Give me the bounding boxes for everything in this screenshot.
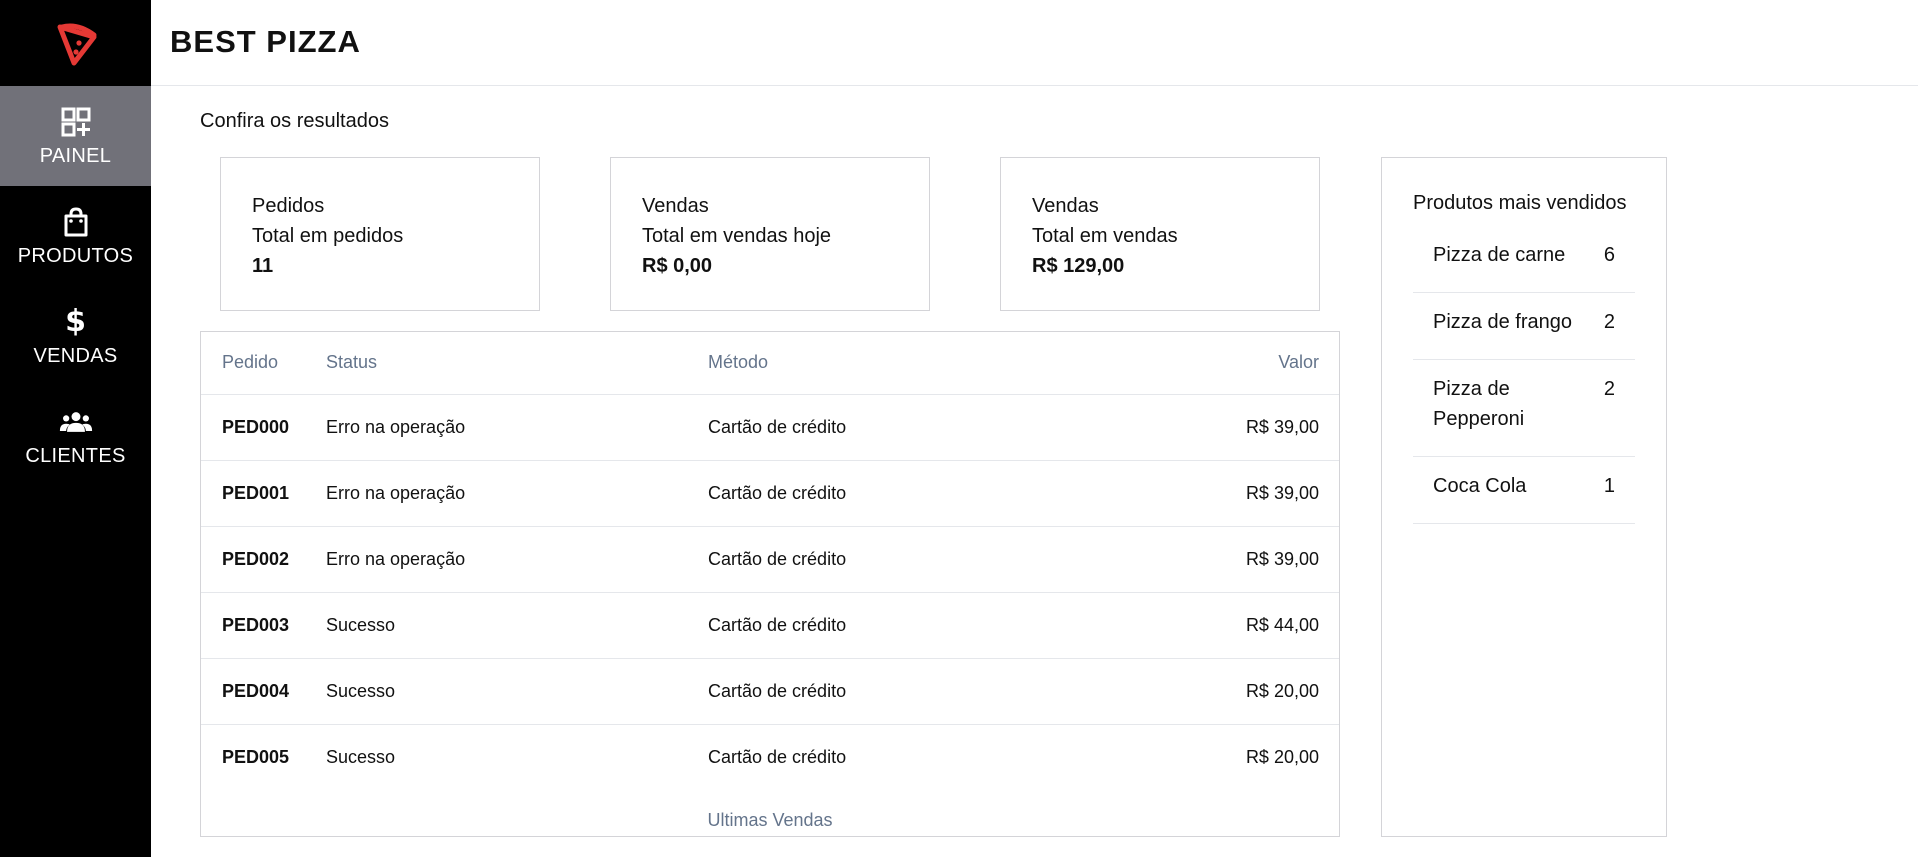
- product-name: Coca Cola: [1433, 475, 1527, 497]
- order-status: Sucesso: [326, 746, 396, 767]
- top-products-panel: Produtos mais vendidos Pizza de carne 6 …: [1381, 157, 1667, 837]
- column-header-pedido: Pedido: [201, 332, 326, 395]
- order-method: Cartão de crédito: [708, 394, 1088, 461]
- table-row[interactable]: PED003 Sucesso Cartão de crédito R$ 44,0…: [201, 592, 1339, 659]
- order-value: R$ 39,00: [1088, 460, 1339, 527]
- nav-label-clientes: CLIENTES: [25, 444, 126, 467]
- shopping-bag-icon: [59, 205, 93, 239]
- sidebar: PAINEL PRODUTOS $ VENDAS CLIENTES: [0, 0, 151, 857]
- table-row[interactable]: PED004 Sucesso Cartão de crédito R$ 20,0…: [201, 658, 1339, 725]
- table-row[interactable]: PED005 Sucesso Cartão de crédito R$ 20,0…: [201, 724, 1339, 790]
- top-products-title: Produtos mais vendidos: [1413, 192, 1627, 214]
- order-method: Cartão de crédito: [708, 526, 1088, 593]
- card-value: R$ 0,00: [642, 255, 713, 277]
- order-value: R$ 39,00: [1088, 394, 1339, 461]
- product-qty: 1: [1603, 475, 1615, 497]
- top-products-list: Pizza de carne 6 Pizza de frango 2 Pizza…: [1413, 226, 1635, 524]
- order-id: PED000: [201, 394, 326, 461]
- card-subtitle: Total em pedidos: [252, 225, 404, 247]
- dashboard-icon: [59, 105, 93, 139]
- product-name: Pizza de frango: [1433, 311, 1572, 333]
- order-id: PED001: [201, 460, 326, 527]
- nav-item-painel[interactable]: PAINEL: [0, 86, 151, 186]
- order-value: R$ 39,00: [1088, 526, 1339, 593]
- order-id: PED004: [201, 658, 326, 725]
- header: BEST PIZZA: [151, 0, 1918, 86]
- list-item: Pizza de carne 6: [1413, 226, 1635, 293]
- card-title: Pedidos: [252, 195, 325, 217]
- order-method: Cartão de crédito: [708, 592, 1088, 659]
- order-status: Sucesso: [326, 592, 708, 659]
- orders-table: Pedido Status Método Valor PED000 Erro n…: [200, 331, 1340, 837]
- product-name: Pizza de carne: [1433, 244, 1566, 266]
- table-row[interactable]: PED000 Erro na operação Cartão de crédit…: [201, 394, 1339, 461]
- card-subtitle: Total em vendas hoje: [642, 225, 832, 247]
- order-status: Erro na operação: [326, 526, 708, 593]
- product-qty: 6: [1603, 244, 1615, 266]
- stat-card-sales-today: Vendas Total em vendas hoje R$ 0,00: [610, 157, 930, 311]
- column-header-status: Status: [326, 332, 708, 395]
- column-header-valor: Valor: [1088, 332, 1339, 395]
- card-value: 11: [252, 255, 274, 277]
- order-value: R$ 20,00: [1088, 658, 1339, 725]
- stat-card-orders: Pedidos Total em pedidos 11: [220, 157, 540, 311]
- list-item: Coca Cola 1: [1413, 457, 1635, 524]
- nav-item-produtos[interactable]: PRODUTOS: [0, 186, 151, 286]
- nav-item-vendas[interactable]: $ VENDAS: [0, 286, 151, 386]
- card-value: R$ 129,00: [1032, 255, 1125, 277]
- card-subtitle: Total em vendas: [1032, 225, 1178, 247]
- table-row[interactable]: PED001 Erro na operação Cartão de crédit…: [201, 460, 1339, 527]
- product-qty: 2: [1603, 378, 1615, 400]
- table-caption: Ultimas Vendas: [707, 810, 833, 830]
- nav-item-clientes[interactable]: CLIENTES: [0, 386, 151, 486]
- card-title: Vendas: [1032, 195, 1099, 217]
- column-header-metodo: Método: [708, 332, 1088, 395]
- table-row[interactable]: PED002 Erro na operação Cartão de crédit…: [201, 526, 1339, 593]
- app-title: BEST PIZZA: [170, 24, 361, 59]
- order-value: R$ 20,00: [1245, 746, 1319, 767]
- stat-card-sales-total: Vendas Total em vendas R$ 129,00: [1000, 157, 1320, 311]
- pizza-slice-icon: [57, 23, 96, 66]
- card-title: Vendas: [642, 195, 709, 217]
- order-id: PED003: [201, 592, 326, 659]
- nav-label-painel: PAINEL: [39, 144, 112, 167]
- order-method: Cartão de crédito: [708, 746, 847, 767]
- order-status: Erro na operação: [326, 394, 708, 461]
- order-method: Cartão de crédito: [708, 658, 1088, 725]
- dollar-icon: $: [65, 304, 86, 339]
- order-method: Cartão de crédito: [708, 460, 1088, 527]
- list-item: Pizza de frango 2: [1413, 293, 1635, 360]
- product-name: Pizza de Pepperoni: [1433, 378, 1525, 430]
- order-id: PED002: [201, 526, 326, 593]
- order-status: Erro na operação: [326, 460, 708, 527]
- table-header-row: Pedido Status Método Valor: [201, 332, 1339, 395]
- logo[interactable]: [0, 0, 151, 86]
- users-icon: [59, 405, 93, 439]
- nav-label-produtos: PRODUTOS: [17, 244, 134, 267]
- order-value: R$ 44,00: [1088, 592, 1339, 659]
- nav-label-vendas: VENDAS: [33, 344, 118, 367]
- order-status: Sucesso: [326, 658, 708, 725]
- list-item: Pizza de Pepperoni 2: [1413, 360, 1635, 457]
- product-qty: 2: [1603, 311, 1615, 333]
- order-id: PED005: [222, 746, 290, 767]
- page-subtitle: Confira os resultados: [200, 110, 389, 132]
